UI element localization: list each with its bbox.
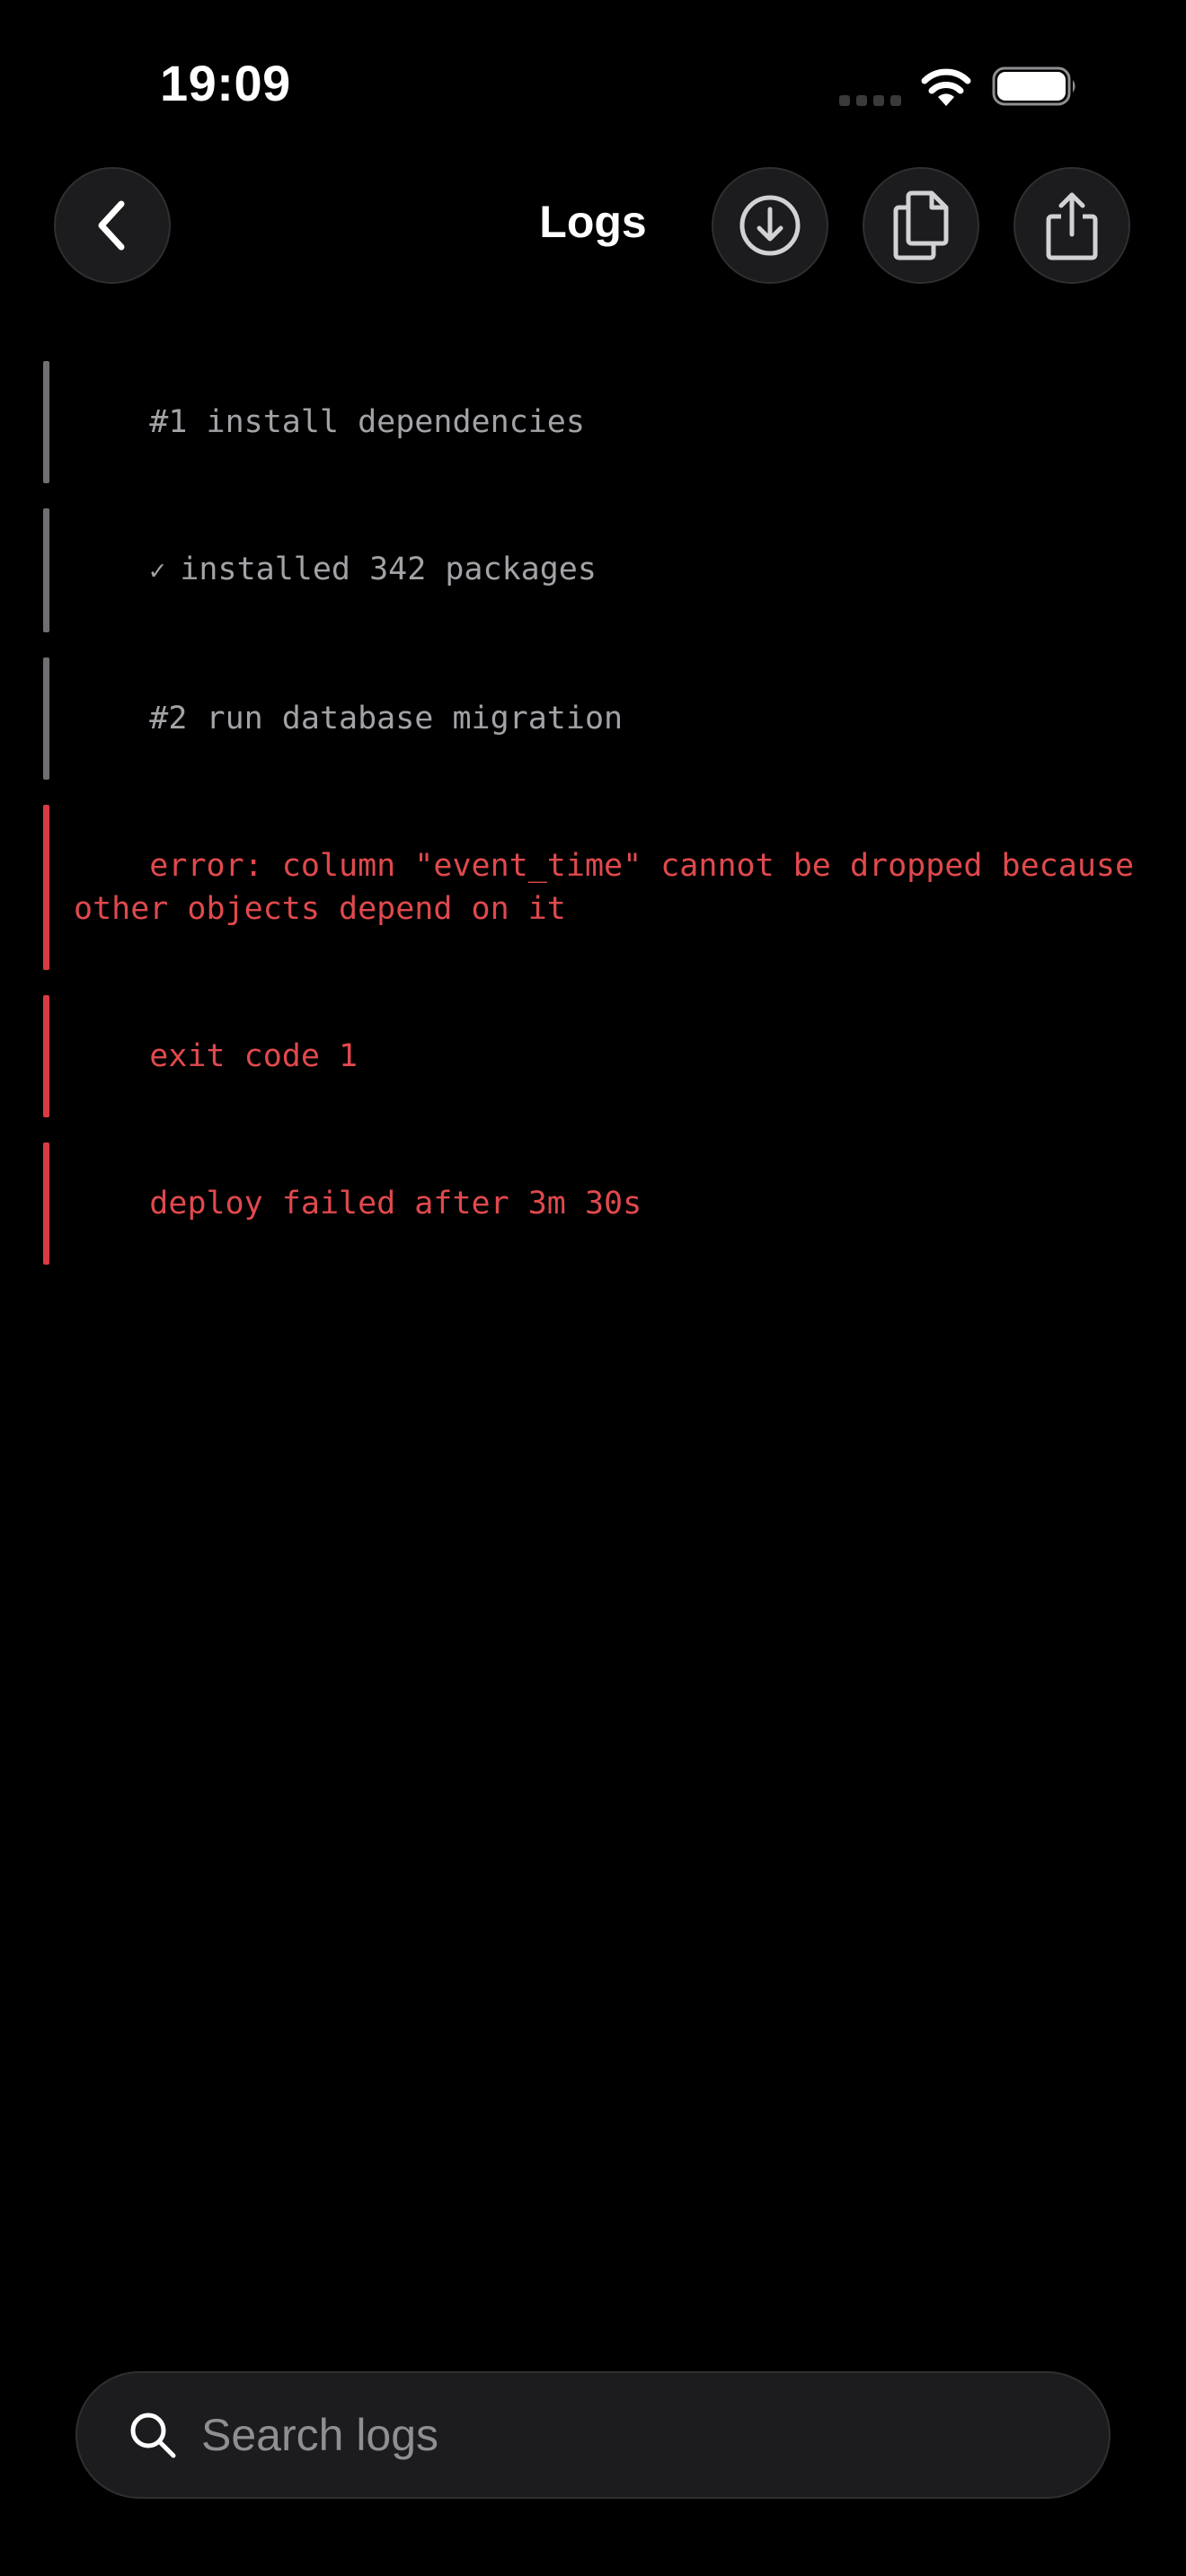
log-line-error: error: column "event_time" cannot be dro… (43, 801, 1157, 974)
share-icon (1046, 192, 1098, 260)
log-list: #1 install dependencies ✓ installed 342 p… (43, 357, 1157, 1286)
log-text: exit code 1 (149, 1038, 358, 1074)
cellular-signal-icon (839, 95, 901, 106)
copy-documents-icon (893, 190, 949, 260)
log-line-error: exit code 1 (43, 992, 1157, 1121)
log-text: #2 run database migration (149, 701, 624, 737)
copy-button[interactable] (863, 167, 979, 284)
log-level-bar (43, 1142, 49, 1265)
log-level-bar (43, 657, 49, 780)
log-text: installed 342 packages (180, 551, 597, 587)
share-button[interactable] (1013, 167, 1130, 284)
status-time: 19:09 (160, 55, 291, 111)
log-level-bar (43, 995, 49, 1117)
search-icon (130, 2413, 176, 2458)
download-circle-icon (739, 195, 801, 256)
log-text: #1 install dependencies (149, 404, 585, 440)
log-level-bar (43, 508, 49, 632)
log-text: error: column "event_time" cannot be dro… (74, 848, 1154, 927)
page-title: Logs (539, 197, 647, 247)
chevron-left-icon (98, 200, 125, 251)
status-bar: 19:09 (0, 0, 1186, 171)
checkmark-icon: ✓ (149, 555, 166, 587)
log-line: ✓ installed 342 packages (43, 505, 1157, 636)
back-button[interactable] (54, 167, 171, 284)
battery-icon (992, 66, 1075, 106)
log-line: #2 run database migration (43, 654, 1157, 783)
log-text: deploy failed after 3m 30s (149, 1186, 642, 1222)
log-level-bar (43, 361, 49, 483)
log-level-bar (43, 805, 49, 970)
log-line-error: deploy failed after 3m 30s (43, 1139, 1157, 1268)
log-line: #1 install dependencies (43, 357, 1157, 487)
search-bar[interactable] (75, 2371, 1111, 2499)
download-button[interactable] (712, 167, 828, 284)
wifi-icon (921, 68, 971, 106)
search-input[interactable] (199, 2398, 1012, 2472)
